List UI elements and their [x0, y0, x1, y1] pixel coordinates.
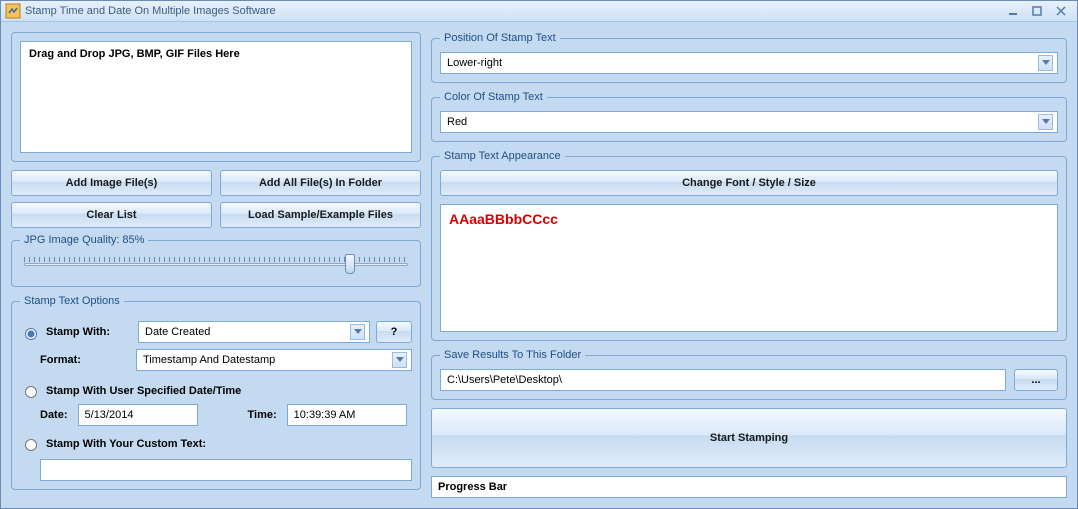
close-button[interactable] — [1049, 3, 1073, 19]
stamp-with-value: Date Created — [145, 326, 210, 338]
save-folder-legend: Save Results To This Folder — [440, 349, 585, 361]
appearance-group: Stamp Text Appearance Change Font / Styl… — [431, 150, 1067, 341]
clear-list-button[interactable]: Clear List — [11, 202, 212, 228]
appearance-legend: Stamp Text Appearance — [440, 150, 565, 162]
custom-text-input[interactable] — [40, 459, 412, 481]
stamp-text-options-group: Stamp Text Options Stamp With: Date Crea… — [11, 295, 421, 490]
maximize-button[interactable] — [1025, 3, 1049, 19]
add-image-files-button[interactable]: Add Image File(s) — [11, 170, 212, 196]
app-icon — [5, 3, 21, 19]
help-button[interactable]: ? — [376, 321, 412, 343]
jpg-quality-slider[interactable] — [20, 254, 412, 278]
stamp-with-userdt-radio[interactable] — [25, 386, 37, 398]
date-label: Date: — [40, 409, 68, 421]
chevron-down-icon — [392, 352, 407, 368]
minimize-button[interactable] — [1001, 3, 1025, 19]
chevron-down-icon — [350, 324, 365, 340]
stamp-with-select[interactable]: Date Created — [138, 321, 370, 343]
app-window: Stamp Time and Date On Multiple Images S… — [0, 0, 1078, 509]
drop-area-wrap: Drag and Drop JPG, BMP, GIF Files Here — [11, 32, 421, 162]
color-legend: Color Of Stamp Text — [440, 91, 547, 103]
font-preview-box[interactable]: AAaaBBbbCCcc — [440, 204, 1058, 332]
jpg-quality-group: JPG Image Quality: 85% — [11, 234, 421, 287]
save-folder-group: Save Results To This Folder C:\Users\Pet… — [431, 349, 1067, 400]
font-preview-text: AAaaBBbbCCcc — [449, 211, 558, 227]
right-column: Position Of Stamp Text Lower-right Color… — [431, 32, 1067, 498]
add-folder-button[interactable]: Add All File(s) In Folder — [220, 170, 421, 196]
browse-folder-button[interactable]: ... — [1014, 369, 1058, 391]
color-value: Red — [447, 116, 467, 128]
save-folder-input[interactable]: C:\Users\Pete\Desktop\ — [440, 369, 1006, 391]
time-label: Time: — [248, 409, 277, 421]
file-drop-list[interactable]: Drag and Drop JPG, BMP, GIF Files Here — [20, 41, 412, 153]
position-select[interactable]: Lower-right — [440, 52, 1058, 74]
stamp-text-options-legend: Stamp Text Options — [20, 295, 124, 307]
chevron-down-icon — [1038, 114, 1053, 130]
jpg-quality-legend: JPG Image Quality: 85% — [20, 234, 148, 246]
left-column: Drag and Drop JPG, BMP, GIF Files Here A… — [11, 32, 421, 498]
format-value: Timestamp And Datestamp — [143, 354, 275, 366]
date-input[interactable]: 5/13/2014 — [78, 404, 198, 426]
color-group: Color Of Stamp Text Red — [431, 91, 1067, 142]
stamp-with-custom-label: Stamp With Your Custom Text: — [46, 438, 206, 450]
load-sample-button[interactable]: Load Sample/Example Files — [220, 202, 421, 228]
stamp-with-userdt-label: Stamp With User Specified Date/Time — [46, 385, 241, 397]
format-label: Format: — [40, 354, 128, 366]
start-stamping-button[interactable]: Start Stamping — [431, 408, 1067, 468]
chevron-down-icon — [1038, 55, 1053, 71]
stamp-with-radio[interactable] — [25, 328, 37, 340]
time-input[interactable]: 10:39:39 AM — [287, 404, 407, 426]
progress-bar: Progress Bar — [431, 476, 1067, 498]
stamp-with-custom-radio[interactable] — [25, 439, 37, 451]
content-area: Drag and Drop JPG, BMP, GIF Files Here A… — [1, 22, 1077, 508]
color-select[interactable]: Red — [440, 111, 1058, 133]
position-legend: Position Of Stamp Text — [440, 32, 560, 44]
position-group: Position Of Stamp Text Lower-right — [431, 32, 1067, 83]
titlebar: Stamp Time and Date On Multiple Images S… — [1, 1, 1077, 22]
stamp-with-label: Stamp With: — [46, 326, 132, 338]
window-title: Stamp Time and Date On Multiple Images S… — [25, 5, 276, 17]
position-value: Lower-right — [447, 57, 502, 69]
format-select[interactable]: Timestamp And Datestamp — [136, 349, 412, 371]
change-font-button[interactable]: Change Font / Style / Size — [440, 170, 1058, 196]
